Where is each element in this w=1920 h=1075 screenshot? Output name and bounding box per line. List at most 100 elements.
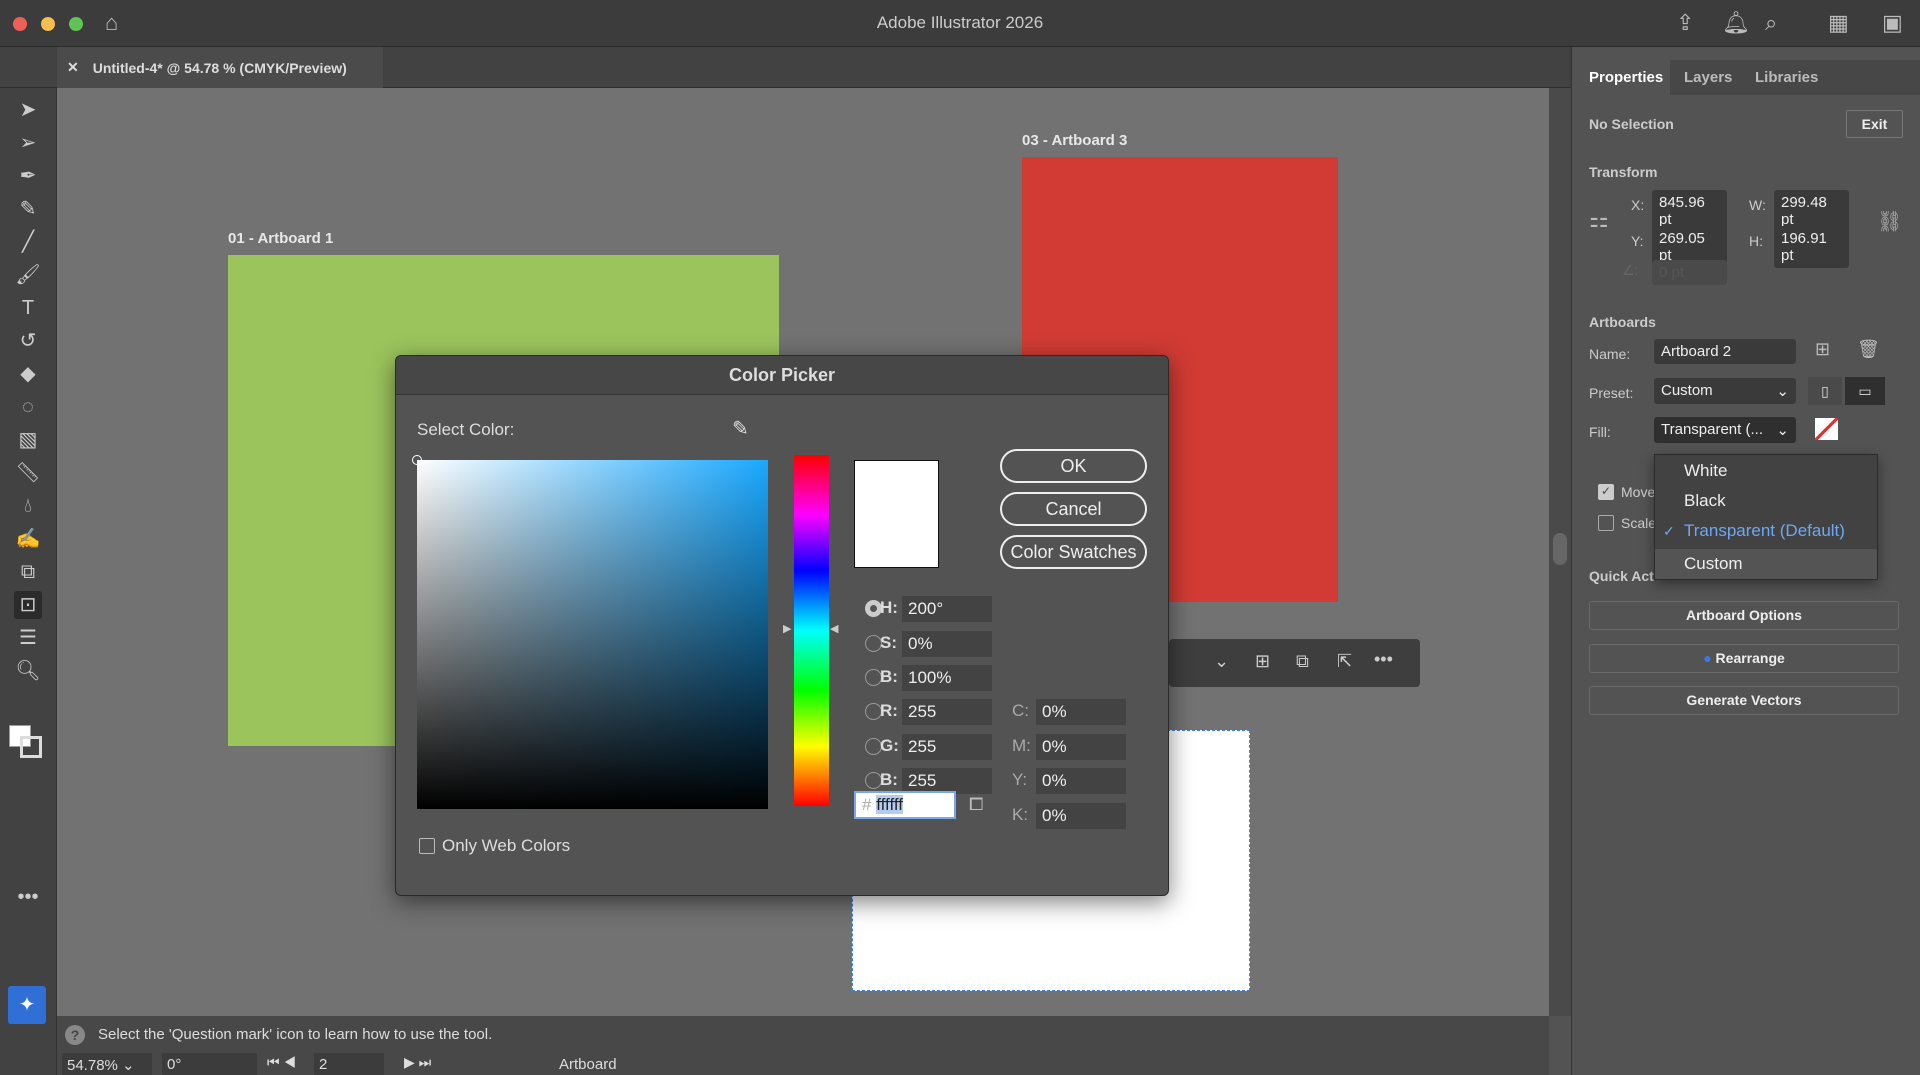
next-last-artboard-icons[interactable]: ▶ ⏭ xyxy=(404,1054,431,1071)
hex-value: ffffff xyxy=(876,795,903,814)
color-field[interactable] xyxy=(417,460,768,809)
bell-icon[interactable]: 🔔︎ xyxy=(1722,10,1750,36)
stroke-swatch[interactable] xyxy=(20,736,42,758)
status-mode[interactable]: Artboard xyxy=(559,1056,617,1073)
artboard-name-field[interactable]: Artboard 2 xyxy=(1654,339,1796,364)
shape-builder-tool-icon[interactable]: ⧉ xyxy=(14,558,42,586)
r-field[interactable]: 255 xyxy=(902,699,992,725)
artboard-options-button[interactable]: Artboard Options xyxy=(1589,601,1899,630)
align-tool-icon[interactable]: ☰ xyxy=(14,624,42,652)
more-tools-icon[interactable]: ••• xyxy=(14,883,42,911)
b-field[interactable]: 100% xyxy=(902,665,992,691)
share-icon[interactable]: ⇪ xyxy=(1676,10,1694,36)
out-of-gamut-icon[interactable]: ⧠ xyxy=(969,794,983,815)
rotation-select[interactable]: 0° xyxy=(162,1053,257,1075)
eyedropper-tool-icon[interactable]: 💧︎ xyxy=(14,492,42,520)
artboard-1-label[interactable]: 01 - Artboard 1 xyxy=(228,230,333,247)
hue-slider-handle-left[interactable]: ▶ xyxy=(783,622,791,635)
scroll-thumb[interactable] xyxy=(1553,533,1567,565)
c-field[interactable]: 0% xyxy=(1036,699,1126,725)
menu-item-black[interactable]: Black xyxy=(1655,486,1877,516)
artboard-number-select[interactable]: 2 xyxy=(314,1053,384,1075)
artboard-tool-icon[interactable]: ⊡ xyxy=(14,591,42,619)
preset-select[interactable]: Custom⌄ xyxy=(1654,378,1796,404)
curvature-tool-icon[interactable]: ✎ xyxy=(14,195,42,223)
r-label: R: xyxy=(880,701,898,721)
scale-label: Scale xyxy=(1621,515,1656,531)
first-prev-artboard-icons[interactable]: ⏮ ◀ xyxy=(267,1054,296,1071)
reference-point-icon[interactable]: ⚏ xyxy=(1589,207,1609,233)
delete-artboard-icon[interactable]: 🗑︎ xyxy=(1857,339,1880,360)
rotate-tool-icon[interactable]: ↺ xyxy=(14,327,42,355)
blend-tool-icon[interactable]: ✍ xyxy=(14,525,42,553)
direct-selection-tool-icon[interactable]: ➢ xyxy=(14,129,42,157)
gradient-tool-icon[interactable]: ▧ xyxy=(14,426,42,454)
menu-item-custom[interactable]: Custom xyxy=(1655,549,1877,579)
measure-tool-icon[interactable]: 📏︎ xyxy=(14,459,42,487)
hue-slider-handle-right[interactable]: ◀ xyxy=(830,622,838,635)
eyedropper-icon[interactable]: ✎ xyxy=(732,416,749,441)
y-field[interactable]: 0% xyxy=(1036,768,1126,794)
question-mark-icon[interactable]: ? xyxy=(65,1025,85,1045)
move-checkbox[interactable]: ✓ xyxy=(1598,484,1614,500)
h-field[interactable]: 200° xyxy=(902,596,992,622)
color-swatches-button[interactable]: Color Swatches xyxy=(1000,535,1147,569)
type-tool-icon[interactable]: T xyxy=(14,294,42,322)
fill-value: Transparent (... xyxy=(1661,421,1763,438)
portrait-icon[interactable]: ▯ xyxy=(1808,377,1842,405)
exit-button[interactable]: Exit xyxy=(1846,110,1903,138)
paintbrush-tool-icon[interactable]: 🖌︎ xyxy=(14,261,42,289)
tab-properties[interactable]: Properties xyxy=(1589,69,1663,86)
duplicate-artboard-icon[interactable]: ⧉ xyxy=(1296,651,1309,672)
more-options-icon[interactable]: ••• xyxy=(1374,649,1393,670)
hue-slider[interactable] xyxy=(794,455,829,806)
artboard-3-label[interactable]: 03 - Artboard 3 xyxy=(1022,132,1127,149)
artboards-heading: Artboards xyxy=(1589,314,1656,330)
dropdown-chevron-icon[interactable]: ⌄ xyxy=(1214,651,1229,672)
menu-item-transparent[interactable]: Transparent (Default) xyxy=(1655,516,1877,546)
eraser-tool-icon[interactable]: ◆ xyxy=(14,360,42,388)
y-label: Y: xyxy=(1631,233,1643,249)
fill-select[interactable]: Transparent (...⌄ xyxy=(1654,417,1796,443)
k-field[interactable]: 0% xyxy=(1036,803,1126,829)
g-label: G: xyxy=(880,736,899,756)
scale-checkbox[interactable] xyxy=(1598,515,1614,531)
tab-layers[interactable]: Layers xyxy=(1684,69,1732,86)
line-tool-icon[interactable]: ╱ xyxy=(14,228,42,256)
selection-tool-icon[interactable]: ➤ xyxy=(14,96,42,124)
generative-tool-icon[interactable]: ✦ xyxy=(8,986,46,1024)
color-field-cursor[interactable] xyxy=(412,455,422,465)
export-icon[interactable]: ⇱ xyxy=(1337,651,1352,672)
fill-dropdown-menu: White Black ✓ Transparent (Default) Cust… xyxy=(1654,454,1878,580)
hex-field[interactable]: # ffffff xyxy=(854,791,956,819)
document-tab[interactable]: ✕ Untitled-4* @ 54.78 % (CMYK/Preview) xyxy=(57,47,383,88)
s-field[interactable]: 0% xyxy=(902,631,992,657)
zoom-tool-icon[interactable]: 🔍︎ xyxy=(14,657,42,685)
pen-tool-icon[interactable]: ✒ xyxy=(14,162,42,190)
blue-dot-icon: ● xyxy=(1703,650,1715,666)
zoom-select[interactable]: 54.78% ⌄ xyxy=(62,1053,152,1075)
cancel-button[interactable]: Cancel xyxy=(1000,492,1147,526)
vertical-scrollbar[interactable] xyxy=(1549,88,1571,1016)
close-tab-icon[interactable]: ✕ xyxy=(67,59,79,76)
menu-item-white[interactable]: White xyxy=(1655,456,1877,486)
status-bar: ? Select the 'Question mark' icon to lea… xyxy=(57,1016,1549,1075)
m-field[interactable]: 0% xyxy=(1036,734,1126,760)
new-artboard-icon[interactable]: ⊞ xyxy=(1815,339,1830,360)
h-field[interactable]: 196.91 pt xyxy=(1774,226,1849,268)
generate-vectors-button[interactable]: Generate Vectors xyxy=(1589,686,1899,715)
constrain-proportions-icon[interactable]: ⛓ xyxy=(1877,209,1902,234)
landscape-icon[interactable]: ▭ xyxy=(1845,377,1885,405)
only-web-colors-checkbox[interactable] xyxy=(419,838,435,854)
g-field[interactable]: 255 xyxy=(902,734,992,760)
tab-libraries[interactable]: Libraries xyxy=(1755,69,1818,86)
lasso-tool-icon[interactable]: ◌ xyxy=(14,393,42,421)
workspace-icon[interactable]: ▦ xyxy=(1828,10,1849,36)
rearrange-button[interactable]: ● Rearrange xyxy=(1589,644,1899,673)
fill-none-swatch[interactable] xyxy=(1815,418,1838,440)
ok-button[interactable]: OK xyxy=(1000,449,1147,483)
add-artboard-icon[interactable]: ⊞ xyxy=(1255,651,1270,672)
panel-toggle-icon[interactable]: ▣ xyxy=(1882,10,1903,36)
selection-status: No Selection xyxy=(1589,116,1674,132)
search-icon[interactable]: ⌕ xyxy=(1765,10,1777,36)
